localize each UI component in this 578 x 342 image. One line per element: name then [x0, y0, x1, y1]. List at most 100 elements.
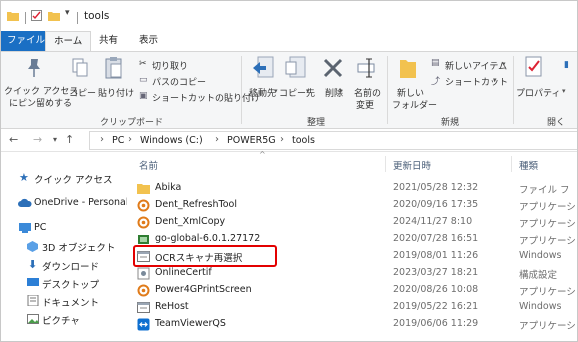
tab-home[interactable]: ホーム [45, 31, 92, 53]
copy-to-icon[interactable] [285, 56, 307, 80]
copy-button[interactable]: コピー [69, 86, 96, 99]
cube-icon [27, 241, 38, 252]
nav-onedrive[interactable]: OneDrive - Personal [34, 197, 129, 208]
navigation-bar: ← → ▾ ↑ › PC › Windows (C:) › POWER5G › … [1, 129, 577, 152]
column-header-date[interactable]: 更新日時 [393, 158, 431, 172]
forward-arrow-icon[interactable]: → [33, 133, 42, 146]
properties-icon[interactable] [525, 56, 543, 78]
nav-3d-objects[interactable]: 3D オブジェクト [42, 240, 115, 254]
new-folder-label-2[interactable]: フォルダー [392, 98, 437, 111]
chevron-right-icon[interactable]: › [215, 134, 219, 145]
back-arrow-icon[interactable]: ← [9, 133, 18, 146]
properties-quick-icon[interactable] [31, 10, 42, 21]
nav-pc[interactable]: PC [34, 222, 46, 233]
copy-path-icon[interactable]: ▭ [139, 75, 148, 85]
up-arrow-icon[interactable]: ↑ [65, 133, 74, 146]
customize-toolbar-icon[interactable]: ▾ [65, 8, 70, 18]
column-header-type[interactable]: 種類 [519, 158, 538, 172]
nav-downloads[interactable]: ダウンロード [42, 259, 99, 273]
pin-label-2[interactable]: にピン留めする [9, 96, 72, 109]
divider [241, 56, 242, 124]
file-type: アプリケーシ [519, 202, 576, 213]
move-to-icon[interactable] [253, 56, 275, 80]
file-date: 2019/05/22 16:21 [393, 301, 479, 312]
file-type: アプリケーシ [519, 219, 576, 230]
tab-view[interactable]: 表示 [131, 31, 166, 51]
paste-button[interactable]: 貼り付け [98, 86, 134, 99]
properties-button[interactable]: プロパティ [516, 86, 560, 99]
nav-documents[interactable]: ドキュメント [42, 295, 99, 309]
paste-shortcut-button[interactable]: ショートカットの貼り付け [152, 91, 260, 104]
cut-button[interactable]: 切り取り [152, 59, 188, 72]
copy-icon[interactable] [72, 58, 88, 78]
file-date: 2023/03/27 18:21 [393, 267, 479, 278]
file-type: 構成設定 [519, 270, 558, 281]
paste-icon[interactable] [105, 56, 123, 80]
config-icon [137, 267, 150, 280]
file-name: TeamViewerQS [155, 318, 226, 329]
folder-icon [137, 184, 150, 194]
breadcrumb-drive[interactable]: Windows (C:) [140, 135, 203, 146]
file-date: 2019/06/06 11:29 [393, 318, 479, 329]
document-icon [27, 295, 39, 306]
sort-ascending-icon: ^ [259, 150, 266, 159]
file-name: ReHost [155, 301, 189, 312]
new-item-button[interactable]: 新しいアイテム [445, 59, 507, 72]
breadcrumb-current[interactable]: tools [292, 135, 315, 146]
delete-icon[interactable] [323, 58, 343, 78]
pin-icon[interactable] [25, 58, 43, 78]
rename-label-2[interactable]: 変更 [356, 98, 374, 111]
file-row[interactable]: Abika 2021/05/28 12:32 ファイル フ [127, 181, 577, 197]
file-type: アプリケーシ [519, 236, 576, 247]
file-row[interactable]: Dent_XmlCopy 2024/11/27 8:10 アプリケーシ [127, 215, 577, 231]
shortcut-button[interactable]: ショートカット [445, 75, 508, 88]
new-folder-quick-icon[interactable] [48, 10, 60, 21]
ribbon-tabs: ファイル ホーム 共有 表示 [1, 31, 577, 53]
chevron-down-icon[interactable]: ▾ [562, 87, 566, 95]
chevron-down-icon[interactable]: ▾ [493, 76, 497, 84]
rename-icon[interactable] [357, 57, 377, 79]
tab-file[interactable]: ファイル [1, 31, 52, 51]
file-name: go-global-6.0.1.27172 [155, 233, 261, 244]
address-bar[interactable]: › PC › Windows (C:) › POWER5G › tools [89, 131, 577, 150]
nav-desktop[interactable]: デスクトップ [42, 277, 99, 291]
column-header-name[interactable]: 名前 [139, 158, 158, 172]
move-to-button[interactable]: 移動先 [249, 86, 276, 99]
folder-icon [7, 12, 19, 21]
file-row[interactable]: Dent_RefreshTool 2020/09/16 17:35 アプリケーシ [127, 198, 577, 214]
window-title: tools [84, 10, 110, 22]
file-type: ファイル フ [519, 185, 570, 196]
open-icon[interactable]: ▮ [564, 60, 569, 70]
file-row[interactable]: TeamViewerQS 2019/06/06 11:29 アプリケーシ [127, 317, 577, 333]
file-row[interactable]: Power4GPrintScreen 2020/08/26 10:08 アプリケ… [127, 283, 577, 299]
navigation-pane: ★ クイック アクセス OneDrive - Personal PC 3D オブ… [1, 153, 129, 341]
file-name: Power4GPrintScreen [155, 284, 252, 295]
recent-locations-icon[interactable]: ▾ [53, 135, 57, 144]
file-row[interactable]: OnlineCertif 2023/03/27 18:21 構成設定 [127, 266, 577, 282]
nav-pictures[interactable]: ピクチャ [42, 313, 80, 327]
chevron-down-icon[interactable]: ▾ [339, 87, 343, 95]
breadcrumb-pc[interactable]: PC [112, 135, 124, 146]
title-bar: ▾ tools [1, 1, 577, 31]
chevron-down-icon[interactable]: ▾ [502, 60, 506, 68]
cut-icon[interactable]: ✂ [139, 59, 147, 69]
new-item-icon[interactable]: ▤ [431, 58, 440, 68]
copy-path-button[interactable]: パスのコピー [152, 75, 206, 88]
file-row[interactable]: ReHost 2019/05/22 16:21 Windows [127, 300, 577, 316]
chevron-right-icon[interactable]: › [100, 134, 104, 145]
column-divider[interactable] [511, 156, 512, 172]
highlight-box [133, 245, 277, 267]
nav-quick-access[interactable]: クイック アクセス [34, 172, 113, 186]
open-group-label: 開く [547, 118, 566, 128]
new-folder-icon[interactable] [399, 56, 417, 80]
column-divider[interactable] [385, 156, 386, 172]
cloud-icon [18, 198, 32, 207]
chevron-right-icon[interactable]: › [280, 134, 284, 145]
chevron-right-icon[interactable]: › [128, 134, 132, 145]
chevron-down-icon[interactable]: ▾ [306, 87, 310, 95]
tab-share[interactable]: 共有 [91, 31, 126, 51]
breadcrumb-folder[interactable]: POWER5G [227, 135, 276, 146]
chevron-down-icon[interactable]: ▾ [274, 87, 278, 95]
shortcut-icon[interactable]: ⤴ [431, 74, 440, 87]
paste-shortcut-icon[interactable]: ▣ [139, 91, 148, 101]
